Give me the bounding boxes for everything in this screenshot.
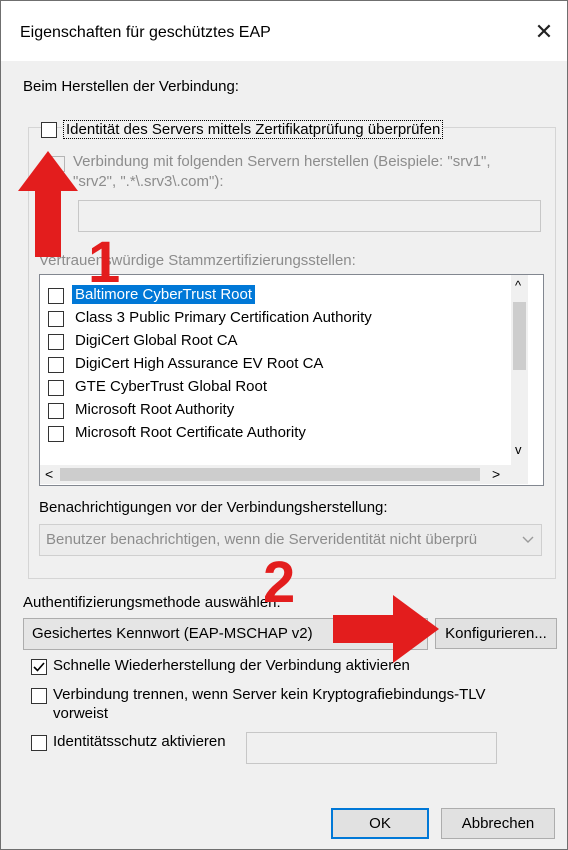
list-item-checkbox[interactable] [48,426,64,442]
disconnect-tlv-label-2: vorweist [53,705,109,722]
verify-identity-checkbox[interactable] [41,122,57,138]
connect-section-label: Beim Herstellen der Verbindung: [23,78,239,95]
notifications-selected: Benutzer benachrichtigen, wenn die Serve… [46,531,478,548]
servers-input[interactable] [78,200,541,232]
annotation-number-1: 1 [88,230,121,295]
trusted-roots-list[interactable]: Baltimore CyberTrust Root Class 3 Public… [39,274,544,486]
auth-method-selected: Gesichertes Kennwort (EAP-MSCHAP v2) [32,625,313,642]
red-arrow-right-icon [333,595,439,663]
cancel-button[interactable]: Abbrechen [441,808,555,839]
disconnect-tlv-label-1: Verbindung trennen, wenn Server kein Kry… [53,686,486,703]
annotation-number-2: 2 [263,550,296,615]
list-item-checkbox[interactable] [48,334,64,350]
fast-reconnect-checkbox[interactable] [31,659,47,675]
identity-privacy-checkbox[interactable] [31,735,47,751]
list-item-checkbox[interactable] [48,311,64,327]
list-item-label: DigiCert High Assurance EV Root CA [75,355,324,372]
identity-privacy-label: Identitätsschutz aktivieren [53,733,226,750]
notifications-label: Benachrichtigungen vor der Verbindungshe… [39,499,388,516]
scroll-up-icon[interactable]: ^ [515,278,521,293]
window-title: Eigenschaften für geschütztes EAP [20,24,271,41]
dialog-window: Eigenschaften für geschütztes EAP ✕ Beim… [0,0,568,850]
list-item-checkbox[interactable] [48,403,64,419]
list-item-label: GTE CyberTrust Global Root [75,378,268,395]
list-item-checkbox[interactable] [48,380,64,396]
vertical-scrollbar[interactable]: ^ v [511,275,528,465]
scroll-left-icon[interactable]: < [45,466,53,482]
connect-servers-label-2: "srv2", ".*\.srv3\.com"): [73,173,224,190]
vertical-scroll-thumb[interactable] [513,302,526,370]
ok-button[interactable]: OK [331,808,429,839]
checkmark-icon [33,662,45,672]
horizontal-scroll-thumb[interactable] [60,468,480,481]
list-item-label: Microsoft Root Certificate Authority [75,424,306,441]
list-item-label: Microsoft Root Authority [75,401,235,418]
scroll-down-icon[interactable]: v [515,442,522,457]
verify-identity-label: Identität des Servers mittels Zertifikat… [63,120,444,139]
list-item-checkbox[interactable] [48,357,64,373]
trusted-roots-label: Vertrauenswürdige Stammzertifizierungsst… [39,252,356,269]
red-arrow-up-icon [18,151,78,257]
chevron-down-icon [522,536,534,543]
list-item-label: Class 3 Public Primary Certification Aut… [75,309,372,326]
title-bar: Eigenschaften für geschütztes EAP ✕ [1,1,567,61]
list-item-label: DigiCert Global Root CA [75,332,238,349]
close-icon[interactable]: ✕ [529,17,559,47]
configure-button[interactable]: Konfigurieren... [435,618,557,649]
disconnect-tlv-checkbox[interactable] [31,688,47,704]
connect-servers-label-1: Verbindung mit folgenden Servern herstel… [73,153,491,170]
identity-privacy-input[interactable] [246,732,497,764]
list-item-checkbox[interactable] [48,288,64,304]
auth-method-label: Authentifizierungsmethode auswählen: [23,594,281,611]
horizontal-scrollbar[interactable]: < > [40,465,528,484]
scroll-right-icon[interactable]: > [492,466,500,482]
